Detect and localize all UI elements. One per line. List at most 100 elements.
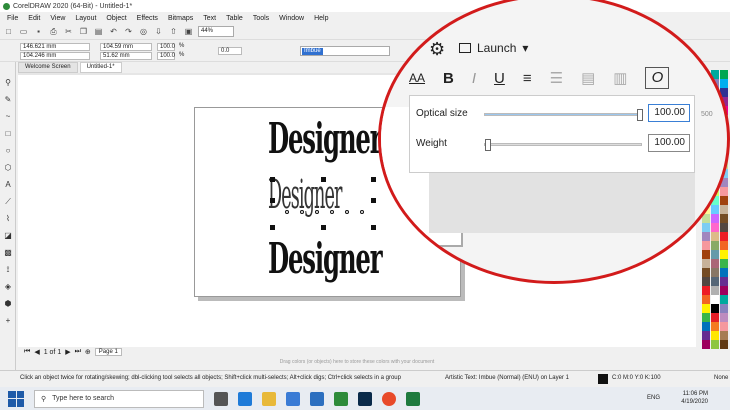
text-designer-3[interactable]: Designer [268,238,383,280]
windows-start-icon[interactable] [8,390,24,407]
store-icon[interactable] [286,391,300,406]
save-icon[interactable]: ▪ [33,26,44,37]
selection-handle[interactable] [270,177,275,182]
tab-untitled-1[interactable]: Untitled-1* [79,62,122,73]
color-swatch[interactable] [702,340,710,349]
drop-cap-icon[interactable]: ▤ [581,69,595,87]
color-swatch[interactable] [702,322,710,331]
color-swatch[interactable] [711,322,719,331]
optical-size-slider[interactable] [484,109,643,121]
edge-icon[interactable] [238,391,252,406]
print-icon[interactable]: ⎙ [48,26,59,37]
italic-button[interactable]: I [472,70,476,87]
add-tool-icon[interactable]: + [1,314,15,327]
cut-icon[interactable]: ✂ [63,26,74,37]
menu-tools[interactable]: Tools [248,15,274,22]
optical-size-thumb[interactable] [637,109,643,121]
selection-handle[interactable] [371,177,376,182]
artistic-media-icon[interactable]: ~ [1,110,15,123]
text-designer-1[interactable]: Designer [268,118,383,160]
align-icon[interactable]: ≡ [523,70,532,87]
zoom-level[interactable]: 44% [198,26,234,37]
color-swatch[interactable] [702,295,710,304]
menu-object[interactable]: Object [101,15,131,22]
color-swatch[interactable] [711,295,719,304]
width-field[interactable]: 104.59 mm [100,43,152,51]
text-node-handle[interactable] [315,210,319,214]
font-size-icon[interactable]: AA [409,71,425,85]
text-node-handle[interactable] [300,210,304,214]
weight-thumb[interactable] [485,139,491,151]
paste-icon[interactable]: ▤ [93,26,104,37]
page-tab-1[interactable]: Page 1 [94,348,122,356]
drop-shadow-icon[interactable]: ◪ [1,229,15,242]
menu-edit[interactable]: Edit [23,15,45,22]
menu-window[interactable]: Window [274,15,309,22]
menu-layout[interactable]: Layout [70,15,101,22]
selection-handle[interactable] [371,225,376,230]
freehand-tool-icon[interactable]: ✎ [1,93,15,106]
coreldraw-taskbar-icon[interactable] [334,391,348,406]
indent-icon[interactable]: ▥ [613,69,627,87]
text-node-handle[interactable] [285,210,289,214]
ellipse-tool-icon[interactable]: ○ [1,144,15,157]
taskbar-search[interactable]: ⚲ Type here to search [34,389,204,408]
publish-pdf-icon[interactable]: ▣ [183,26,194,37]
weight-field[interactable]: 100.00 [648,134,690,152]
font-list-box[interactable]: Imbue [300,46,390,56]
gear-icon[interactable]: ⚙ [429,39,445,60]
color-swatch[interactable] [711,286,719,295]
zoom-tool-icon[interactable]: ⚲ [1,76,15,89]
underline-button[interactable]: U [494,70,505,87]
task-view-icon[interactable] [214,391,228,406]
text-node-handle[interactable] [345,210,349,214]
color-swatch[interactable] [720,340,728,349]
menu-table[interactable]: Table [221,15,248,22]
color-swatch[interactable] [720,322,728,331]
bold-button[interactable]: B [443,70,454,87]
color-swatch[interactable] [702,304,710,313]
excel-icon[interactable] [406,391,420,406]
color-swatch[interactable] [720,295,728,304]
selection-handle[interactable] [270,198,275,203]
mail-icon[interactable] [310,391,324,406]
menu-effects[interactable]: Effects [132,15,163,22]
color-swatch[interactable] [720,304,728,313]
menu-help[interactable]: Help [309,15,333,22]
launch-button[interactable]: Launch ▾ [459,41,528,55]
polygon-tool-icon[interactable]: ⬡ [1,161,15,174]
color-swatch[interactable] [702,286,710,295]
undo-icon[interactable]: ↶ [108,26,119,37]
interactive-fill-icon[interactable]: ◈ [1,280,15,293]
photoshop-icon[interactable] [358,391,372,406]
scale-width-field[interactable]: 100.0 [157,43,175,51]
selection-handle[interactable] [321,177,326,182]
search-content-icon[interactable]: ◎ [138,26,149,37]
selection-handle[interactable] [270,225,275,230]
selection-handle[interactable] [371,198,376,203]
file-explorer-icon[interactable] [262,391,276,406]
text-tool-icon[interactable]: A [1,178,15,191]
rectangle-tool-icon[interactable]: □ [1,127,15,140]
optical-size-field[interactable]: 100.00 [648,104,690,122]
color-swatch[interactable] [711,331,719,340]
color-swatch[interactable] [720,331,728,340]
eyedropper-icon[interactable]: ⟟ [1,263,15,276]
color-swatch[interactable] [702,331,710,340]
color-swatch[interactable] [702,313,710,322]
import-icon[interactable]: ⇩ [153,26,164,37]
text-node-handle[interactable] [330,210,334,214]
chrome-icon[interactable] [382,391,396,406]
system-clock[interactable]: 11:06 PM 4/19/2020 [681,390,708,406]
copy-icon[interactable]: ❐ [78,26,89,37]
tab-welcome-screen[interactable]: Welcome Screen [18,62,78,73]
color-swatch[interactable] [720,313,728,322]
bullet-list-icon[interactable]: ☰ [550,69,563,87]
page-last-icon[interactable]: ⏭ [75,348,81,356]
fill-color-swatch[interactable] [598,374,608,384]
transparency-icon[interactable]: ▩ [1,246,15,259]
selection-handle[interactable] [321,225,326,230]
page-prev-icon[interactable]: ◀ [34,348,39,356]
connector-tool-icon[interactable]: ⌇ [1,212,15,225]
weight-slider[interactable] [484,139,642,151]
